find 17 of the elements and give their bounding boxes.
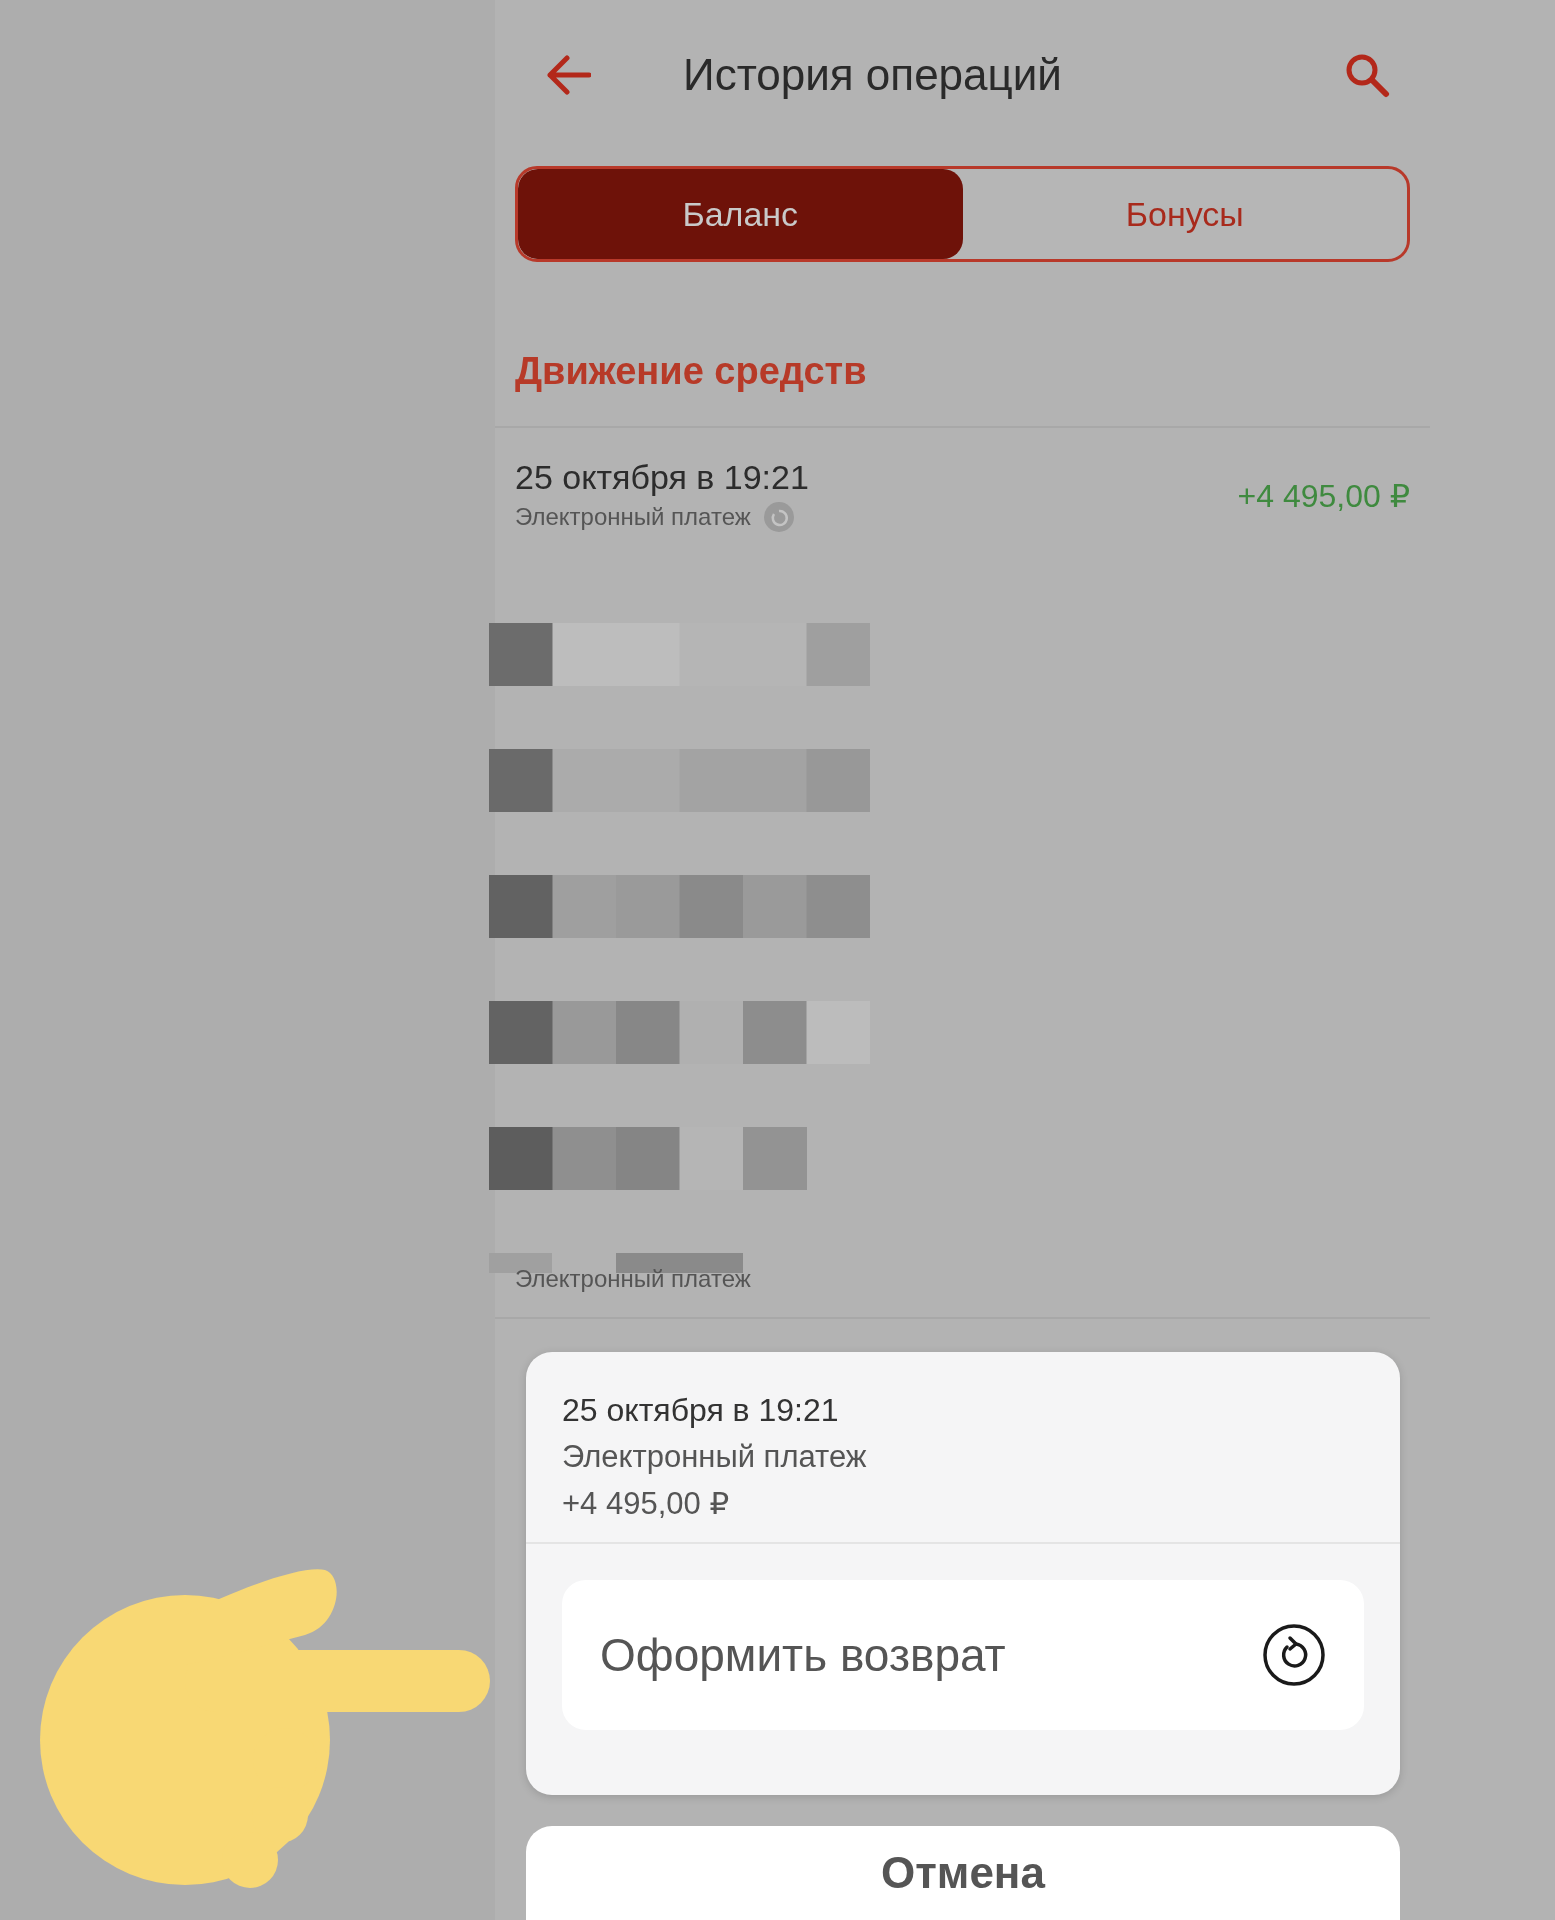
operation-amount: +4 495,00 ₽ [562, 1485, 731, 1522]
refund-button[interactable]: Оформить возврат [562, 1580, 1364, 1730]
operation-amount: +4 495,00 ₽ [1237, 476, 1410, 515]
operation-type: Электронный платеж [562, 1439, 868, 1475]
cancel-button[interactable]: Отмена [526, 1826, 1400, 1920]
search-icon[interactable] [1344, 52, 1390, 98]
screen-title: История операций [683, 50, 1063, 100]
operation-date: 25 октября в 19:21 [562, 1392, 840, 1429]
refund-icon [762, 501, 795, 533]
operation-row[interactable]: 25 октября в 19:21 Электронный платеж +4 495,00 ₽ [495, 428, 1430, 559]
tab[interactable]: Баланс [518, 169, 963, 259]
section-title: Движение средств [515, 350, 868, 394]
operation-type: Электронный платеж [515, 503, 751, 531]
back-arrow-icon[interactable] [545, 55, 591, 95]
operation-date: 25 октября в 19:21 [515, 458, 809, 497]
operation-type: Электронный платеж [515, 1265, 752, 1293]
refund-icon [1262, 1623, 1326, 1687]
